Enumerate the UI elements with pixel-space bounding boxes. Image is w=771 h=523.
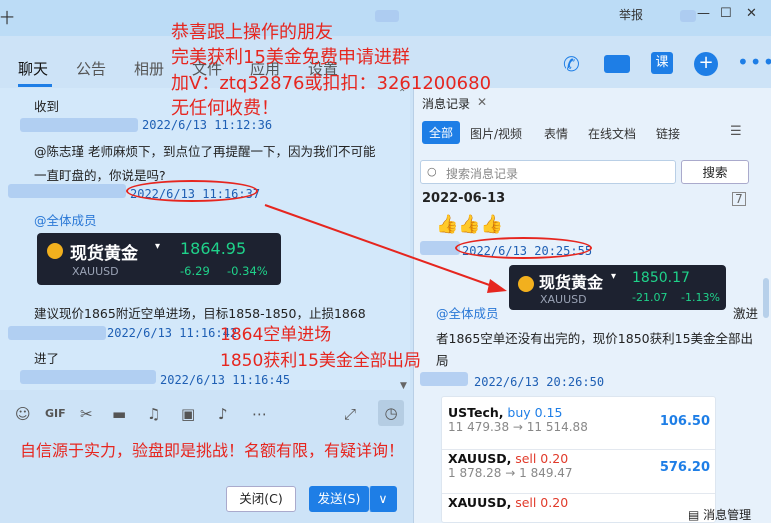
- promo-line-4: 无任何收费！: [171, 98, 279, 119]
- promo-line-2: 完美获利15美金免费申请进群: [171, 47, 410, 68]
- promo-bottom: 自信源于实力，验盘即是挑战！名额有限，有疑详询！: [20, 441, 405, 460]
- promo-line-1: 恭喜跟上操作的朋友: [171, 22, 333, 43]
- arrow-head: [487, 279, 507, 293]
- promo-mid-2: 1850获利15美金全部出局: [220, 351, 421, 371]
- promo-mid-1: 1864空单进场: [220, 325, 332, 345]
- arrow-line: [264, 204, 496, 288]
- promo-line-3: 加V：ztq32876或扣扣：3261200680: [171, 73, 492, 94]
